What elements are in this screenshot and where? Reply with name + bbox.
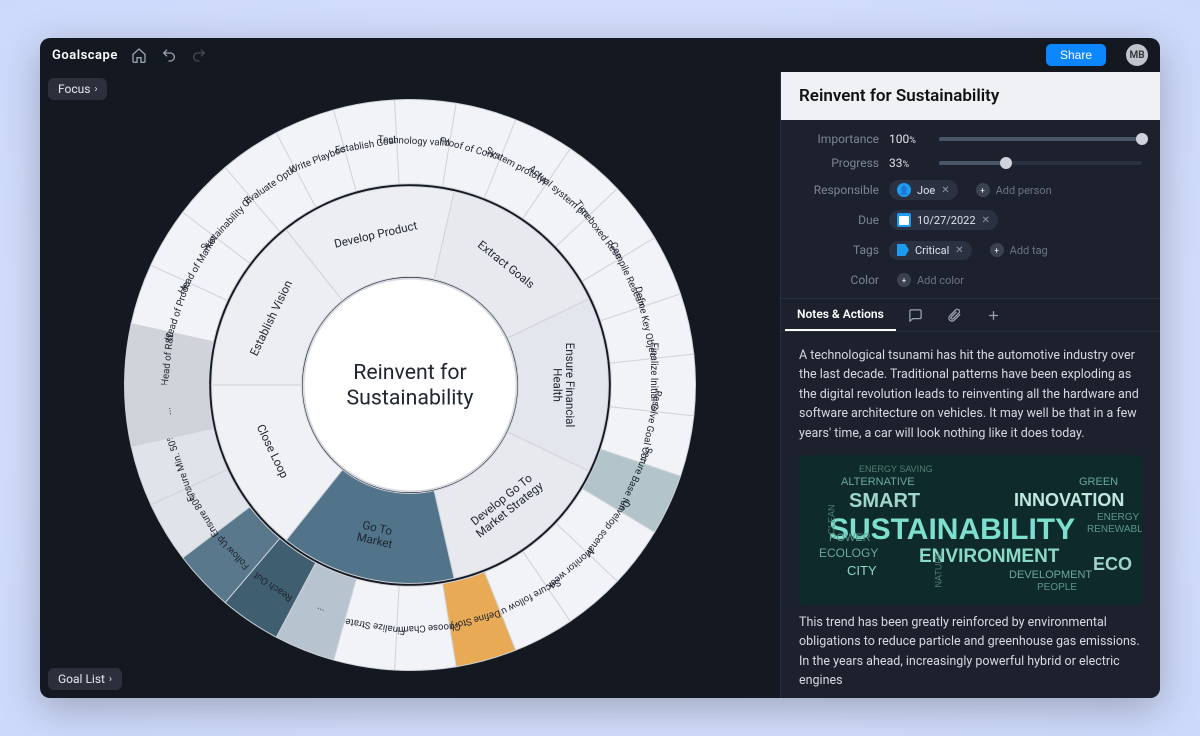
- app-title: Goalscape: [52, 48, 118, 63]
- add-tag-button[interactable]: + Add tag: [982, 240, 1056, 260]
- importance-slider[interactable]: [939, 137, 1142, 141]
- note-paragraph-1: A technological tsunami has hit the auto…: [799, 346, 1142, 443]
- color-label: Color: [799, 273, 879, 287]
- remove-icon[interactable]: ✕: [955, 245, 963, 256]
- progress-row: Progress 33%: [799, 156, 1142, 170]
- center-title-1: Reinvent for: [353, 360, 467, 385]
- tags-label: Tags: [799, 243, 879, 257]
- goal-wheel[interactable]: Head of R&DHead of ProductHead of Market…: [110, 85, 710, 685]
- calendar-icon: [897, 213, 911, 227]
- importance-value: 100%: [889, 132, 929, 146]
- responsible-row: Responsible 👤 Joe ✕ + Add person: [799, 180, 1142, 200]
- app-window: Goalscape Share MB Focus › Goal List ›: [40, 38, 1160, 698]
- importance-row: Importance 100%: [799, 132, 1142, 146]
- plus-icon: +: [976, 183, 990, 197]
- due-label: Due: [799, 213, 879, 227]
- tags-row: Tags Critical ✕ + Add tag: [799, 240, 1142, 260]
- progress-slider[interactable]: [939, 161, 1142, 165]
- panel-tabs: Notes & Actions: [781, 298, 1160, 332]
- progress-label: Progress: [799, 156, 879, 170]
- undo-icon[interactable]: [160, 46, 178, 64]
- top-bar: Goalscape Share MB: [40, 38, 1160, 72]
- add-color-button[interactable]: + Add color: [889, 270, 972, 290]
- tab-notes[interactable]: Notes & Actions: [785, 299, 896, 331]
- remove-icon[interactable]: ✕: [982, 215, 990, 226]
- add-person-button[interactable]: + Add person: [968, 180, 1060, 200]
- tab-attachments[interactable]: [935, 300, 974, 331]
- panel-title: Reinvent for Sustainability: [781, 72, 1160, 120]
- responsible-label: Responsible: [799, 183, 879, 197]
- center-title-2: Sustainability: [347, 385, 474, 410]
- goal-canvas[interactable]: Focus › Goal List › Head of R&DHead of P…: [40, 72, 780, 698]
- progress-value: 33%: [889, 156, 929, 170]
- plus-icon: +: [990, 243, 1004, 257]
- remove-icon[interactable]: ✕: [941, 185, 949, 196]
- tab-add[interactable]: [974, 300, 1013, 331]
- importance-label: Importance: [799, 132, 879, 146]
- wordcloud-image: SUSTAINABILITY SMART INNOVATION ENVIRONM…: [799, 455, 1142, 605]
- inspector-panel: Reinvent for Sustainability Importance 1…: [780, 72, 1160, 698]
- home-icon[interactable]: [130, 46, 148, 64]
- responsible-chip[interactable]: 👤 Joe ✕: [889, 180, 958, 200]
- redo-icon[interactable]: [190, 46, 208, 64]
- due-row: Due 10/27/2022 ✕: [799, 210, 1142, 230]
- person-icon: 👤: [897, 183, 911, 197]
- color-row: Color + Add color: [799, 270, 1142, 290]
- tag-icon: [897, 244, 909, 256]
- notes-body[interactable]: A technological tsunami has hit the auto…: [781, 332, 1160, 698]
- tab-comments[interactable]: [896, 300, 935, 331]
- tag-chip[interactable]: Critical ✕: [889, 241, 972, 260]
- note-paragraph-2: This trend has been greatly reinforced b…: [799, 613, 1142, 691]
- plus-icon: +: [897, 273, 911, 287]
- due-chip[interactable]: 10/27/2022 ✕: [889, 210, 998, 230]
- wheel-slice-label: ...: [162, 407, 174, 416]
- share-button[interactable]: Share: [1046, 44, 1106, 66]
- avatar[interactable]: MB: [1126, 44, 1148, 66]
